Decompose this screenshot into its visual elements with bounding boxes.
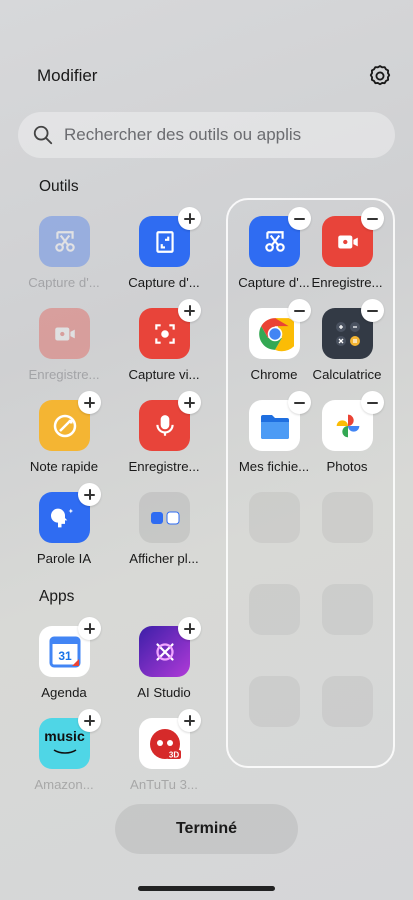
section-title-apps: Apps: [39, 588, 75, 605]
tool-label: Enregistre...: [128, 459, 200, 474]
empty-slot[interactable]: [322, 676, 373, 727]
app-label: Agenda: [41, 685, 87, 700]
page-title: Modifier: [37, 66, 98, 85]
remove-shortcut-button[interactable]: [361, 207, 384, 230]
settings-gear-icon[interactable]: [367, 63, 393, 89]
empty-slot[interactable]: [249, 492, 300, 543]
selected-label: Enregistre...: [311, 275, 383, 290]
scissors-icon: [39, 216, 90, 267]
empty-slot[interactable]: [322, 584, 373, 635]
home-indicator[interactable]: [138, 886, 275, 891]
remove-shortcut-button[interactable]: [288, 391, 311, 414]
add-app-button[interactable]: [178, 617, 201, 640]
add-app-button[interactable]: [78, 709, 101, 732]
search-input[interactable]: Rechercher des outils ou applis: [64, 125, 301, 145]
tool-label: Capture vi...: [128, 367, 200, 382]
tool-label: Capture d'...: [28, 275, 100, 290]
section-title-tools: Outils: [39, 178, 79, 195]
tool-label: Parole IA: [36, 551, 92, 566]
remove-shortcut-button[interactable]: [361, 299, 384, 322]
empty-slot[interactable]: [322, 492, 373, 543]
antutu-3d-tag: 3D: [168, 750, 178, 759]
remove-shortcut-button[interactable]: [361, 391, 384, 414]
search-icon: [32, 124, 54, 146]
search-bar[interactable]: Rechercher des outils ou applis: [18, 112, 395, 158]
remove-shortcut-button[interactable]: [288, 207, 311, 230]
empty-slot[interactable]: [249, 676, 300, 727]
tool-label: Capture d'...: [128, 275, 200, 290]
calendar-day: 31: [58, 649, 72, 663]
tool-label: Enregistre...: [28, 367, 100, 382]
empty-slot[interactable]: [249, 584, 300, 635]
add-tool-button[interactable]: [178, 299, 201, 322]
add-tool-button[interactable]: [178, 391, 201, 414]
amazon-music-wordmark: music: [44, 727, 85, 744]
add-app-button[interactable]: [78, 617, 101, 640]
selected-label: Photos: [326, 459, 368, 474]
tool-label: Note rapide: [29, 459, 99, 474]
add-tool-button[interactable]: [78, 391, 101, 414]
remove-shortcut-button[interactable]: [288, 299, 311, 322]
app-label: Amazon...: [34, 777, 94, 792]
add-tool-button[interactable]: [178, 207, 201, 230]
app-label: AI Studio: [137, 685, 191, 700]
video-record-icon: [39, 308, 90, 359]
show-more-folder-icon: [139, 492, 190, 543]
app-label: AnTuTu 3...: [130, 777, 198, 792]
add-tool-button[interactable]: [78, 483, 101, 506]
done-button[interactable]: Terminé: [115, 804, 298, 854]
tool-label: Afficher pl...: [129, 551, 199, 566]
add-app-button[interactable]: [178, 709, 201, 732]
selected-label: Calculatrice: [312, 367, 382, 382]
